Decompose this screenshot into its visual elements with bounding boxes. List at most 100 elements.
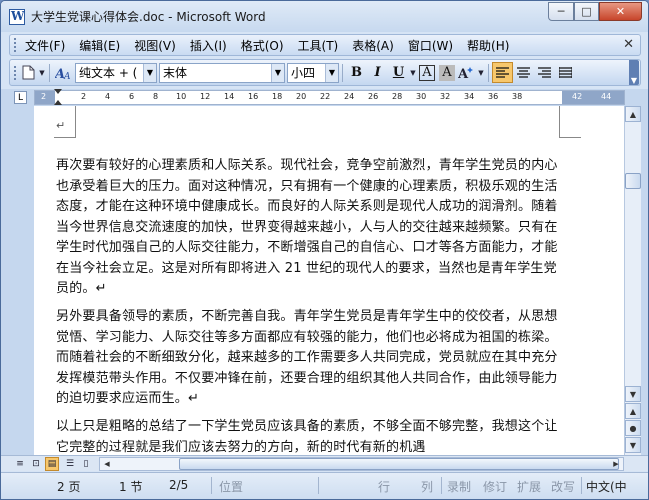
menu-view[interactable]: 视图(V) — [127, 37, 183, 54]
ruler-number: 4 — [105, 92, 111, 101]
minimize-button[interactable]: ─ — [548, 2, 574, 21]
web-layout-view-icon[interactable]: ⊡ — [29, 457, 43, 471]
outline-view-icon[interactable]: ☰ — [63, 457, 77, 471]
status-bar: 2 页 1 节 2/5 位置 行 列 录制 修订 扩展 改写 中文(中 — [1, 472, 648, 499]
scroll-left-arrow-icon[interactable]: ◀ — [100, 458, 114, 470]
underline-button[interactable]: U — [388, 62, 409, 83]
ruler-number: 26 — [368, 92, 379, 101]
ruler-number: 22 — [320, 92, 331, 101]
status-separator — [581, 477, 582, 494]
title-bar: 大学生党课心得体会.doc - Microsoft Word ─ □ ✕ — [1, 1, 648, 32]
scroll-right-arrow-icon[interactable]: ▶ — [609, 458, 623, 470]
status-separator — [318, 477, 319, 494]
font-dropdown-value: 末体 — [163, 66, 188, 80]
new-document-icon[interactable] — [18, 63, 38, 83]
ruler-number: 28 — [392, 92, 403, 101]
maximize-button[interactable]: □ — [574, 2, 599, 21]
status-section: 1 节 — [119, 480, 143, 494]
toolbar-separator — [488, 63, 489, 82]
paragraph-mark: ↵ — [56, 119, 66, 132]
word-app-icon[interactable] — [9, 8, 25, 25]
menu-format[interactable]: 格式(O) — [234, 37, 291, 54]
first-line-indent-marker[interactable] — [54, 89, 62, 94]
hanging-indent-marker[interactable] — [54, 100, 62, 105]
status-extend[interactable]: 扩展 — [517, 478, 541, 495]
character-shading-button[interactable]: A — [439, 64, 455, 81]
status-page: 2 页 — [57, 480, 81, 494]
print-layout-view-icon[interactable]: ▤ — [45, 457, 59, 471]
horizontal-scroll-thumb[interactable] — [179, 458, 619, 470]
tab-selector-button[interactable]: L — [14, 91, 27, 104]
menu-tools[interactable]: 工具(T) — [291, 37, 346, 54]
scroll-down-arrow-icon[interactable]: ▼ — [625, 386, 641, 402]
style-dropdown-value: 纯文本 + ( — [79, 66, 138, 80]
menu-help[interactable]: 帮助(H) — [460, 37, 516, 54]
align-center-button[interactable] — [513, 62, 534, 83]
normal-view-icon[interactable]: ≡ — [13, 457, 27, 471]
font-dropdown[interactable]: 末体 ▼ — [159, 62, 285, 83]
ruler-number: 30 — [416, 92, 427, 101]
menu-file[interactable]: 文件(F) — [18, 37, 72, 54]
paragraph-leadership[interactable]: 另外要具备领导的素质，不断完善自我。青年学生党员是青年学生中的佼佼者，从思想觉悟… — [56, 307, 562, 410]
scroll-up-arrow-icon[interactable]: ▲ — [625, 106, 641, 122]
status-page-of: 2/5 — [169, 478, 189, 492]
document-page[interactable]: ↵ 再次要有较好的心理素质和人际关系。现代社会，竞争空前激烈，青年学生党员的内心… — [34, 106, 624, 455]
ruler-number: 10 — [176, 92, 187, 101]
ruler-number: 12 — [200, 92, 211, 101]
chevron-down-icon: ▼ — [271, 63, 284, 82]
font-size-dropdown[interactable]: 小四 ▼ — [287, 62, 339, 83]
next-page-icon[interactable]: ▼ — [625, 437, 641, 453]
character-border-button[interactable]: A — [419, 64, 435, 81]
toolbar-options-chevron-icon[interactable]: ▼ — [629, 60, 639, 85]
paragraph-conclusion[interactable]: 以上只是粗略的总结了一下学生党员应该具备的素质，不够全面不够完整，我想这个让它完… — [56, 417, 562, 455]
underline-dropdown-arrow-icon[interactable]: ▼ — [409, 63, 417, 83]
close-button[interactable]: ✕ — [599, 2, 642, 21]
window-title: 大学生党课心得体会.doc - Microsoft Word — [31, 10, 266, 24]
align-left-button[interactable] — [492, 62, 513, 83]
horizontal-scrollbar[interactable]: ◀ ▶ — [99, 457, 624, 471]
menu-edit[interactable]: 编辑(E) — [72, 37, 127, 54]
ruler-number: 34 — [464, 92, 475, 101]
status-overwrite[interactable]: 改写 — [551, 478, 575, 495]
ruler-number: 42 — [572, 92, 583, 101]
page-corner-mark-right — [559, 106, 581, 138]
toolbar-separator — [342, 63, 343, 82]
vertical-scroll-thumb[interactable] — [625, 173, 641, 189]
text-effects-icon[interactable]: A — [457, 63, 477, 83]
status-column: 列 — [421, 480, 434, 494]
status-revise[interactable]: 修订 — [483, 478, 507, 495]
align-left-icon — [496, 67, 509, 78]
status-position: 位置 — [219, 480, 244, 494]
align-right-button[interactable] — [534, 62, 555, 83]
styles-and-formatting-icon[interactable]: AA — [53, 63, 73, 83]
ruler-number: 14 — [224, 92, 235, 101]
menu-insert[interactable]: 插入(I) — [183, 37, 234, 54]
ruler-number: 16 — [248, 92, 259, 101]
select-browse-object-icon[interactable]: ● — [625, 420, 641, 436]
window-controls: ─ □ ✕ — [548, 2, 642, 21]
new-dropdown-arrow-icon[interactable]: ▼ — [38, 63, 46, 83]
status-record[interactable]: 录制 — [447, 478, 471, 495]
menu-window[interactable]: 窗口(W) — [401, 37, 460, 54]
chevron-down-icon: ▼ — [325, 63, 338, 82]
horizontal-ruler[interactable]: 2 2 4 6 8 10 12 14 16 18 20 22 24 26 28 … — [34, 90, 625, 105]
ruler-number: 2 — [41, 92, 47, 101]
vertical-scrollbar[interactable]: ▲ ▼ ▲ ● ▼ — [624, 106, 641, 455]
align-right-icon — [538, 67, 551, 78]
paragraph-psychology[interactable]: 再次要有较好的心理素质和人际关系。现代社会，竞争空前激烈，青年学生党员的内心也承… — [56, 156, 562, 300]
left-gutter — [1, 106, 34, 455]
italic-button[interactable]: I — [367, 62, 388, 83]
justify-button[interactable] — [555, 62, 576, 83]
text-effects-dropdown-arrow-icon[interactable]: ▼ — [477, 63, 485, 83]
ruler-number: 24 — [344, 92, 355, 101]
previous-page-icon[interactable]: ▲ — [625, 403, 641, 419]
menu-table[interactable]: 表格(A) — [345, 37, 401, 54]
ruler-number: 32 — [440, 92, 451, 101]
bold-button[interactable]: B — [346, 62, 367, 83]
view-and-scroll-bar: ≡ ⊡ ▤ ☰ ▯ ◀ ▶ — [1, 455, 648, 471]
status-language[interactable]: 中文(中 — [586, 478, 627, 495]
close-document-icon[interactable]: ✕ — [623, 37, 634, 52]
reading-layout-view-icon[interactable]: ▯ — [79, 457, 93, 471]
style-dropdown[interactable]: 纯文本 + ( ▼ — [75, 62, 157, 83]
status-separator — [211, 477, 212, 494]
